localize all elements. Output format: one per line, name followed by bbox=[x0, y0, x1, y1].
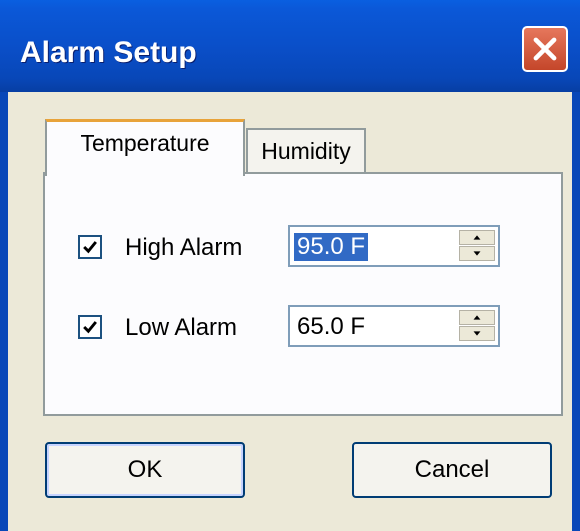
alarm-setup-dialog: Alarm Setup Temperature Humidity High Al… bbox=[0, 0, 580, 531]
close-icon bbox=[533, 37, 557, 61]
tab-humidity[interactable]: Humidity bbox=[246, 128, 366, 172]
spin-up-icon bbox=[473, 315, 481, 320]
high-alarm-label: High Alarm bbox=[125, 234, 243, 261]
low-alarm-spinner[interactable] bbox=[459, 310, 495, 342]
low-alarm-spin-down-button[interactable] bbox=[459, 326, 495, 341]
tab-humidity-label: Humidity bbox=[261, 138, 351, 164]
dialog-body: Temperature Humidity High Alarm 95.0 F L… bbox=[8, 92, 572, 531]
window-frame-right bbox=[572, 92, 580, 531]
spin-down-icon bbox=[473, 251, 481, 256]
temperature-tab-panel: High Alarm 95.0 F Low Alarm 65.0 F bbox=[43, 172, 563, 416]
high-alarm-spinner[interactable] bbox=[459, 230, 495, 262]
high-alarm-spin-up-button[interactable] bbox=[459, 230, 495, 245]
spin-down-icon bbox=[473, 331, 481, 336]
close-button[interactable] bbox=[522, 26, 568, 72]
low-alarm-spin-up-button[interactable] bbox=[459, 310, 495, 325]
low-alarm-value-field[interactable]: 65.0 F bbox=[288, 305, 500, 347]
spin-up-icon bbox=[473, 235, 481, 240]
check-icon bbox=[83, 321, 97, 334]
ok-button[interactable]: OK bbox=[45, 442, 245, 498]
window-frame-left bbox=[0, 92, 8, 531]
high-alarm-value-field[interactable]: 95.0 F bbox=[288, 225, 500, 267]
tab-temperature[interactable]: Temperature bbox=[45, 119, 245, 176]
low-alarm-value[interactable]: 65.0 F bbox=[294, 313, 368, 341]
high-alarm-checkbox[interactable] bbox=[78, 235, 102, 259]
tab-temperature-label: Temperature bbox=[80, 130, 210, 156]
cancel-button[interactable]: Cancel bbox=[352, 442, 552, 498]
window-title: Alarm Setup bbox=[20, 36, 197, 69]
high-alarm-value[interactable]: 95.0 F bbox=[294, 233, 369, 261]
check-icon bbox=[83, 241, 97, 254]
title-bar[interactable]: Alarm Setup bbox=[0, 0, 580, 92]
high-alarm-spin-down-button[interactable] bbox=[459, 246, 495, 261]
low-alarm-label: Low Alarm bbox=[125, 314, 238, 341]
low-alarm-checkbox[interactable] bbox=[78, 315, 102, 339]
